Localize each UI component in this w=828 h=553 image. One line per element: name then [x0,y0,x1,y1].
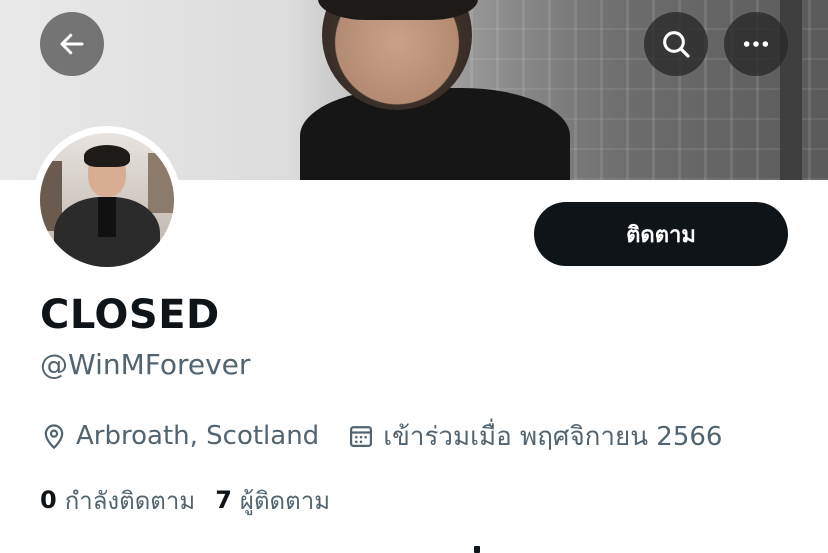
user-handle: @WinMForever [40,348,251,381]
search-button[interactable] [644,12,708,76]
search-icon [663,31,690,58]
arrow-left-icon [60,33,84,55]
profile-meta: Arbroath, Scotland เข้าร่วมเมื่อ พฤศจิกา… [40,418,722,454]
location-item: Arbroath, Scotland [40,421,319,451]
display-name: CLOSED [40,292,220,338]
more-horizontal-icon [743,41,769,47]
banner-person-hair [318,0,478,20]
followers-label: ผู้ติดตาม [239,486,331,515]
avatar-hair [84,145,130,167]
followers-count: 7 [215,486,232,514]
avatar[interactable] [40,133,174,267]
joined-text: เข้าร่วมเมื่อ พฤศจิกายน 2566 [383,421,723,452]
more-button[interactable] [724,12,788,76]
avatar-frame[interactable] [33,126,181,274]
calendar-icon [350,426,373,448]
avatar-shirt [98,197,116,237]
banner-person-body [300,88,570,180]
location-pin-icon [44,424,64,450]
following-label: กำลังติดตาม [64,486,196,515]
joined-item: เข้าร่วมเมื่อ พฤศจิกายน 2566 [347,416,722,457]
avatar-bg-shelf-right [148,153,174,213]
followers-stat[interactable]: 7 ผู้ติดตาม [215,481,330,520]
cutoff-content [474,546,480,553]
profile-stats: 0 กำลังติดตาม 7 ผู้ติดตาม [40,482,330,518]
follow-button[interactable]: ติดตาม [534,202,788,266]
location-text: Arbroath, Scotland [76,421,320,451]
following-stat[interactable]: 0 กำลังติดตาม [40,481,195,520]
following-count: 0 [40,486,57,514]
back-button[interactable] [40,12,104,76]
